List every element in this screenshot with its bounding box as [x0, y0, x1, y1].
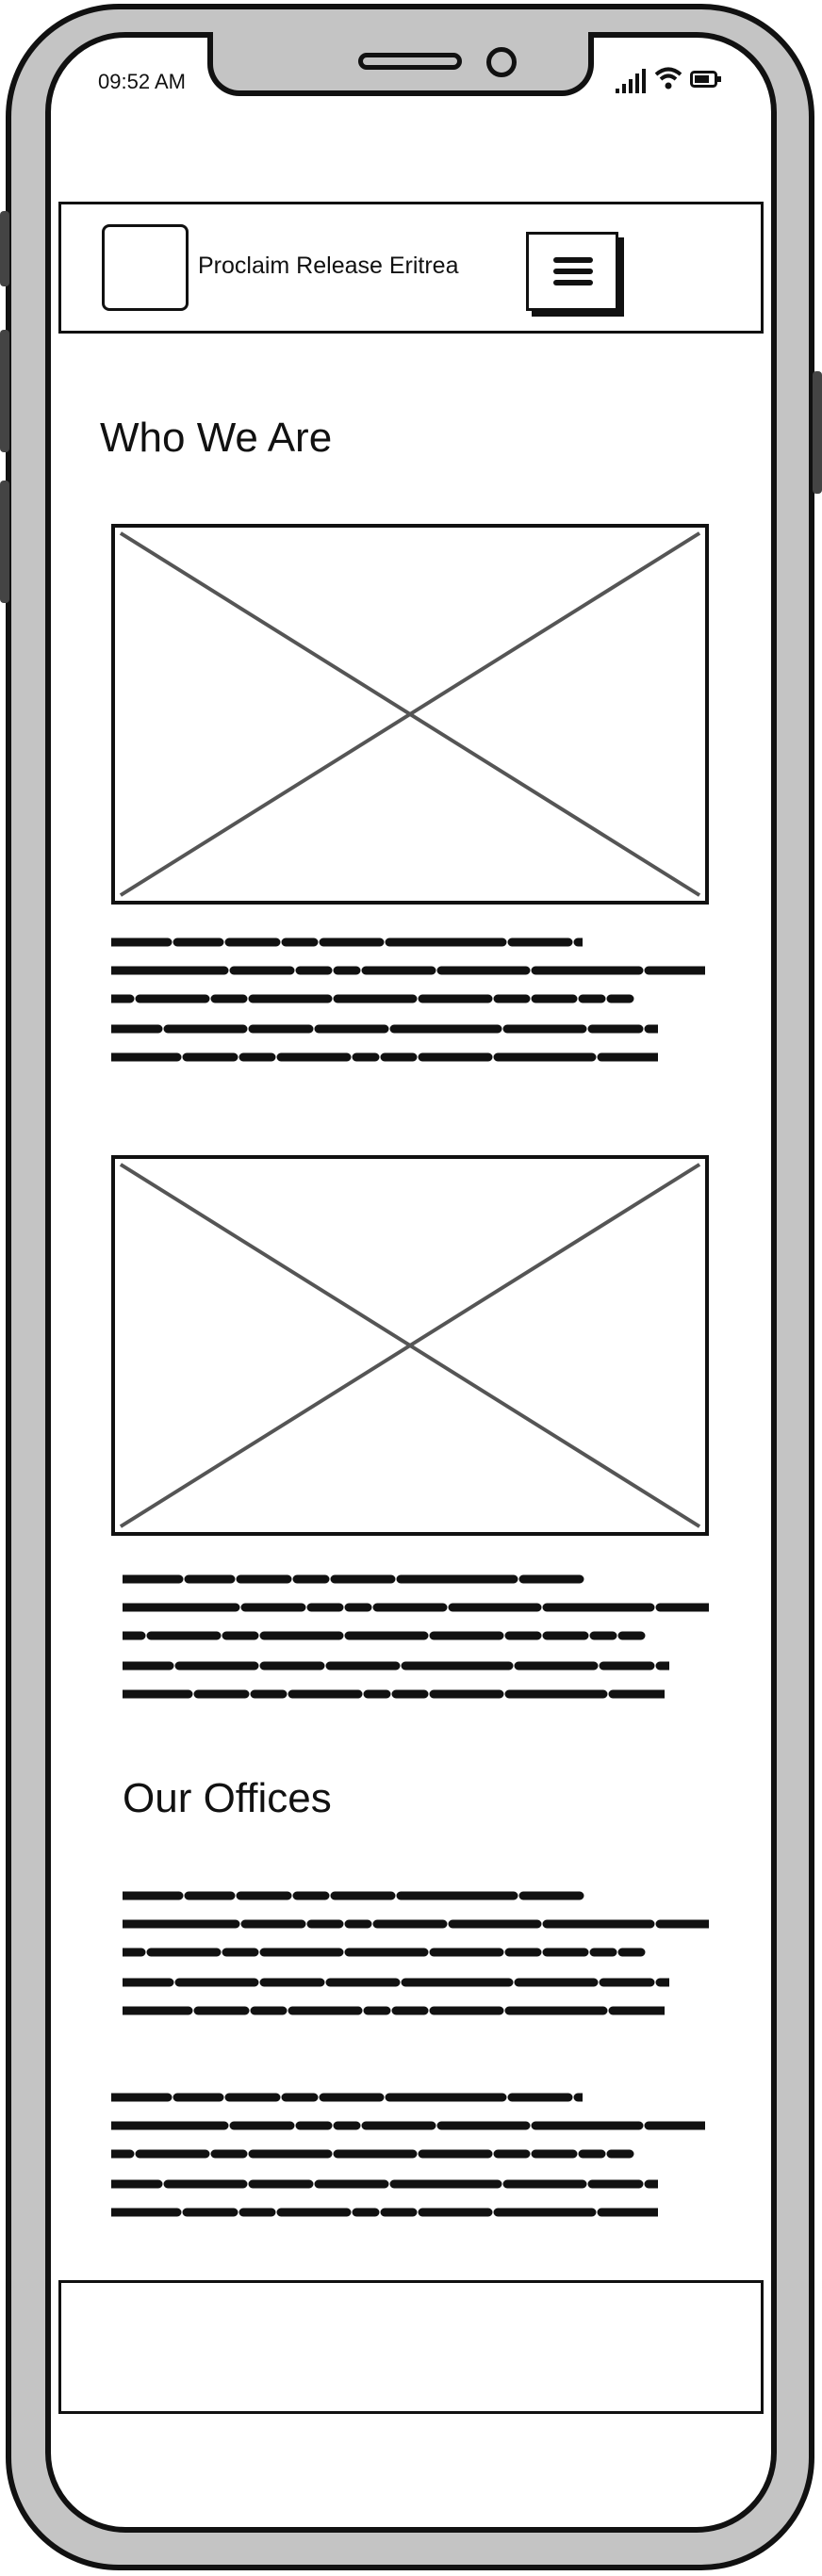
app-title: Proclaim Release Eritrea — [198, 253, 459, 279]
status-time: 09:52 AM — [98, 70, 186, 93]
wifi-icon — [654, 67, 682, 90]
text-block-3 — [123, 1886, 716, 2037]
text-block-1 — [111, 933, 705, 1084]
power-button — [813, 371, 822, 494]
logo-placeholder[interactable] — [102, 224, 189, 311]
app-footer — [58, 2280, 764, 2414]
text-block-2 — [123, 1570, 716, 1720]
speaker-icon — [358, 53, 462, 70]
mute-switch — [0, 211, 9, 286]
volume-down-button — [0, 481, 9, 603]
text-block-4 — [111, 2088, 705, 2239]
hamburger-menu-button[interactable] — [526, 232, 618, 311]
our-offices-heading: Our Offices — [123, 1775, 332, 1821]
image-placeholder-1 — [111, 524, 709, 905]
volume-up-button — [0, 330, 9, 452]
image-placeholder-2 — [111, 1155, 709, 1536]
camera-icon — [486, 47, 517, 77]
who-we-are-heading: Who We Are — [100, 415, 333, 461]
signal-icon — [616, 69, 646, 93]
battery-icon — [690, 71, 721, 88]
